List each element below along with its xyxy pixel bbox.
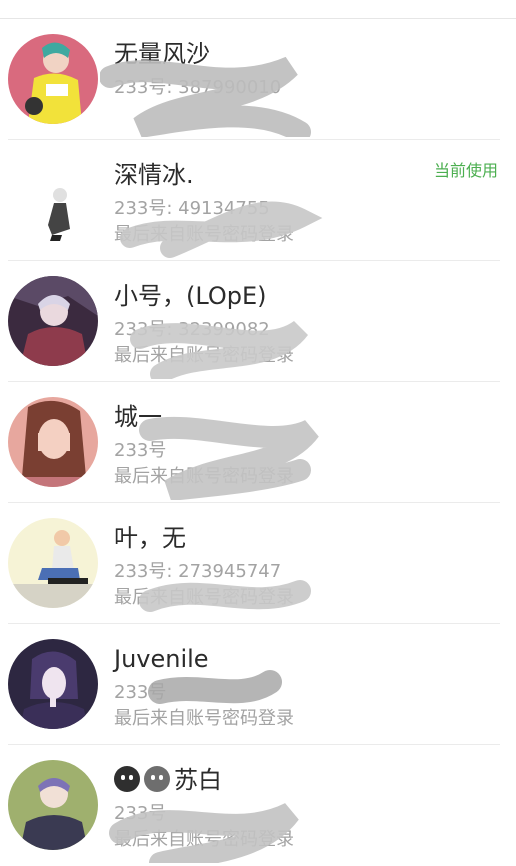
smiley-emoji-icon xyxy=(144,766,170,792)
current-in-use-label: 当前使用 xyxy=(433,161,498,180)
account-row[interactable]: 城一 233号 最后来自账号密码登录 xyxy=(0,382,516,503)
last-login-method: 最后来自账号密码登录 xyxy=(114,829,294,850)
account-uid: 233号: 32399082 xyxy=(114,319,270,340)
account-name: 城一 xyxy=(114,403,162,431)
avatar xyxy=(8,518,98,608)
account-name: Juvenile xyxy=(114,645,209,673)
last-login-method: 最后来自账号密码登录 xyxy=(114,708,294,729)
avatar xyxy=(8,155,98,245)
account-uid: 233号: 49134755 xyxy=(114,198,270,219)
account-row[interactable]: 小号，(LOpE) 233号: 32399082 最后来自账号密码登录 xyxy=(0,261,516,382)
last-login-method: 最后来自账号密码登录 xyxy=(114,224,294,245)
account-name: 深情冰. xyxy=(114,161,194,189)
account-row[interactable]: 苏白 233号 最后来自账号密码登录 xyxy=(0,745,516,866)
account-uid: 233号: 387990010 xyxy=(114,77,282,98)
avatar xyxy=(8,34,98,124)
account-uid: 233号 xyxy=(114,803,167,824)
account-row[interactable]: Juvenile 233号 最后来自账号密码登录 xyxy=(0,624,516,745)
avatar xyxy=(8,276,98,366)
account-name: 苏白 xyxy=(114,765,222,795)
account-row[interactable]: 叶，无 233号: 273945747 最后来自账号密码登录 xyxy=(0,503,516,624)
smiley-emoji-icon xyxy=(114,766,140,792)
account-uid: 233号: 273945747 xyxy=(114,561,282,582)
account-uid: 233号 xyxy=(114,682,167,703)
account-uid: 233号 xyxy=(114,440,167,461)
account-row[interactable]: 深情冰. 当前使用 233号: 49134755 最后来自账号密码登录 xyxy=(0,140,516,261)
last-login-method: 最后来自账号密码登录 xyxy=(114,345,294,366)
account-name: 小号，(LOpE) xyxy=(114,282,267,310)
last-login-method: 最后来自账号密码登录 xyxy=(114,587,294,608)
account-row[interactable]: 无量风沙 233号: 387990010 xyxy=(0,19,516,140)
account-name: 叶，无 xyxy=(114,524,186,552)
account-name: 无量风沙 xyxy=(114,40,210,68)
avatar xyxy=(8,397,98,487)
avatar xyxy=(8,639,98,729)
avatar xyxy=(8,760,98,850)
last-login-method: 最后来自账号密码登录 xyxy=(114,466,294,487)
account-list: 无量风沙 233号: 387990010 深情冰. 当前使用 233号: 491… xyxy=(0,19,516,866)
account-name-text: 苏白 xyxy=(174,766,222,794)
